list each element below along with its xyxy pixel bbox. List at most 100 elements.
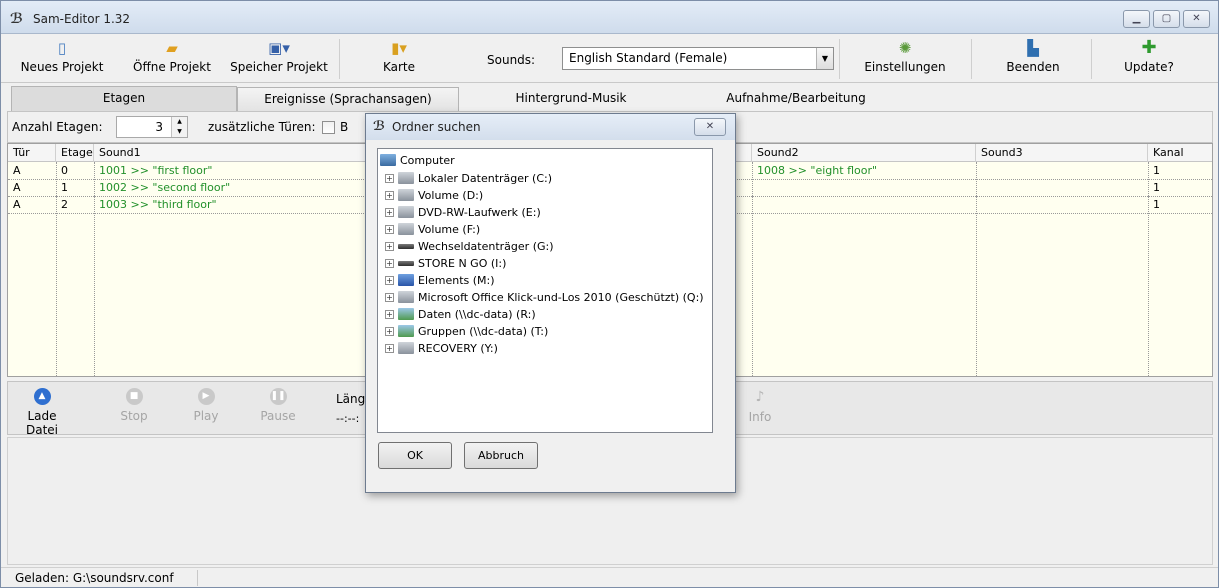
col-header-channel[interactable]: Kanal [1148, 144, 1212, 162]
cell-sound3[interactable] [976, 180, 1148, 197]
save-disk-icon: ▣▾ [268, 39, 290, 57]
status-separator [197, 570, 198, 586]
door-b-checkbox[interactable] [322, 121, 335, 134]
card-icon: ▮▾ [391, 39, 407, 57]
col-header-door[interactable]: Tür [8, 144, 56, 162]
stop-icon: ■ [125, 388, 143, 405]
floor-count-value: 3 [155, 120, 163, 134]
stop-button[interactable]: ■ Stop [104, 388, 164, 423]
column-divider [976, 162, 977, 376]
plus-icon: ✚ [1141, 37, 1157, 58]
dialog-title: Ordner suchen [392, 120, 481, 134]
toolbar: ▯ Neues Projekt ▰ Öffne Projekt ▣▾ Speic… [1, 35, 1218, 83]
settings-button[interactable]: ✺ Einstellungen [859, 35, 951, 83]
sounds-dropdown[interactable]: English Standard (Female) ▼ [562, 47, 834, 70]
app-logo-icon: ℬ [373, 119, 386, 134]
play-icon: ▶ [197, 388, 215, 405]
expand-plus-icon[interactable]: + [385, 293, 394, 302]
col-header-floor[interactable]: Etage [56, 144, 94, 162]
column-divider [752, 162, 753, 376]
tab-bar: Etagen Ereignisse (Sprachansagen) Hinter… [1, 84, 1218, 111]
cell-door: A [8, 180, 56, 197]
floor-count-stepper[interactable]: 3 ▲ ▼ [116, 116, 188, 138]
cell-sound3[interactable] [976, 197, 1148, 214]
dvd-drive-icon [398, 206, 414, 218]
exit-button[interactable]: ▙ Beenden [1001, 35, 1065, 83]
col-header-sound2[interactable]: Sound2 [752, 144, 976, 162]
settings-gear-icon: ✺ [898, 39, 912, 57]
loaded-file-status: Geladen: G:\soundsrv.conf [15, 571, 174, 585]
expand-plus-icon[interactable]: + [385, 344, 394, 353]
col-header-sound3[interactable]: Sound3 [976, 144, 1148, 162]
expand-plus-icon[interactable]: + [385, 208, 394, 217]
tree-item-drive[interactable]: Gruppen (\\dc-data) (T:) [398, 323, 548, 340]
app-logo-icon: ℬ [10, 11, 23, 27]
chevron-down-icon[interactable]: ▼ [816, 48, 833, 69]
cell-sound2[interactable] [752, 180, 976, 197]
hard-drive-icon [398, 291, 414, 303]
extra-doors-label: zusätzliche Türen: [208, 120, 316, 134]
cell-sound2[interactable] [752, 197, 976, 214]
cell-door: A [8, 197, 56, 214]
close-button[interactable]: ✕ [1183, 10, 1210, 28]
cell-sound2[interactable]: 1008 >> "eight floor" [752, 163, 976, 180]
open-project-button[interactable]: ▰ Öffne Projekt [127, 35, 217, 83]
maximize-button[interactable]: ▢ [1153, 10, 1180, 28]
hard-drive-icon [398, 189, 414, 201]
window-title: Sam-Editor 1.32 [33, 12, 131, 26]
tab-ereignisse[interactable]: Ereignisse (Sprachansagen) [237, 87, 459, 111]
app-window: ℬ Sam-Editor 1.32 ▁ ▢ ✕ ▯ Neues Projekt … [0, 0, 1219, 588]
sounds-label: Sounds: [487, 53, 536, 67]
dialog-close-button[interactable]: ✕ [694, 118, 726, 136]
expand-plus-icon[interactable]: + [385, 191, 394, 200]
expand-plus-icon[interactable]: + [385, 174, 394, 183]
cell-floor: 1 [56, 180, 94, 197]
tree-item-computer[interactable]: Computer [380, 152, 455, 169]
expand-plus-icon[interactable]: + [385, 310, 394, 319]
tree-item-drive[interactable]: Volume (F:) [398, 221, 480, 238]
tree-item-drive[interactable]: Lokaler Datenträger (C:) [398, 170, 552, 187]
hard-drive-icon [398, 342, 414, 354]
play-button[interactable]: ▶ Play [176, 388, 236, 423]
load-file-button[interactable]: ▲ Lade Datei [12, 388, 72, 437]
tree-item-drive[interactable]: Wechseldatenträger (G:) [398, 238, 554, 255]
eject-icon: ▲ [33, 388, 51, 405]
save-project-button[interactable]: ▣▾ Speicher Projekt [227, 35, 331, 83]
cancel-button[interactable]: Abbruch [464, 442, 538, 469]
tree-item-drive[interactable]: Volume (D:) [398, 187, 483, 204]
cell-channel[interactable]: 1 [1148, 163, 1212, 180]
tab-hintergrund-musik[interactable]: Hintergrund-Musik [471, 87, 671, 111]
info-button[interactable]: ♪ Info [730, 388, 790, 424]
dialog-title-bar: ℬ Ordner suchen ✕ [366, 114, 735, 140]
expand-plus-icon[interactable]: + [385, 242, 394, 251]
expand-plus-icon[interactable]: + [385, 259, 394, 268]
card-button[interactable]: ▮▾ Karte [369, 35, 429, 83]
removable-drive-icon [398, 261, 414, 266]
new-project-button[interactable]: ▯ Neues Projekt [17, 35, 107, 83]
network-drive-icon [398, 325, 414, 337]
tree-item-drive[interactable]: Microsoft Office Klick-und-Los 2010 (Ges… [398, 289, 704, 306]
update-button[interactable]: ✚ Update? [1117, 35, 1181, 83]
tree-item-drive[interactable]: STORE N GO (I:) [398, 255, 506, 272]
cell-floor: 2 [56, 197, 94, 214]
ok-button[interactable]: OK [378, 442, 452, 469]
tree-item-drive[interactable]: DVD-RW-Laufwerk (E:) [398, 204, 541, 221]
expand-plus-icon[interactable]: + [385, 276, 394, 285]
tab-etagen[interactable]: Etagen [11, 86, 237, 111]
tab-aufnahme[interactable]: Aufnahme/Bearbeitung [691, 87, 901, 111]
tree-item-drive[interactable]: RECOVERY (Y:) [398, 340, 498, 357]
minimize-button[interactable]: ▁ [1123, 10, 1150, 28]
expand-plus-icon[interactable]: + [385, 327, 394, 336]
stepper-arrows-icon[interactable]: ▲ ▼ [171, 117, 187, 137]
toolbar-separator [1091, 39, 1092, 79]
hard-drive-icon [398, 172, 414, 184]
sounds-selected-value: English Standard (Female) [569, 51, 728, 65]
cell-sound3[interactable] [976, 163, 1148, 180]
tree-item-drive[interactable]: Daten (\\dc-data) (R:) [398, 306, 536, 323]
pause-button[interactable]: ❚❚ Pause [248, 388, 308, 423]
cell-channel[interactable]: 1 [1148, 197, 1212, 214]
tree-item-drive[interactable]: Elements (M:) [398, 272, 495, 289]
cell-floor: 0 [56, 163, 94, 180]
cell-channel[interactable]: 1 [1148, 180, 1212, 197]
expand-plus-icon[interactable]: + [385, 225, 394, 234]
